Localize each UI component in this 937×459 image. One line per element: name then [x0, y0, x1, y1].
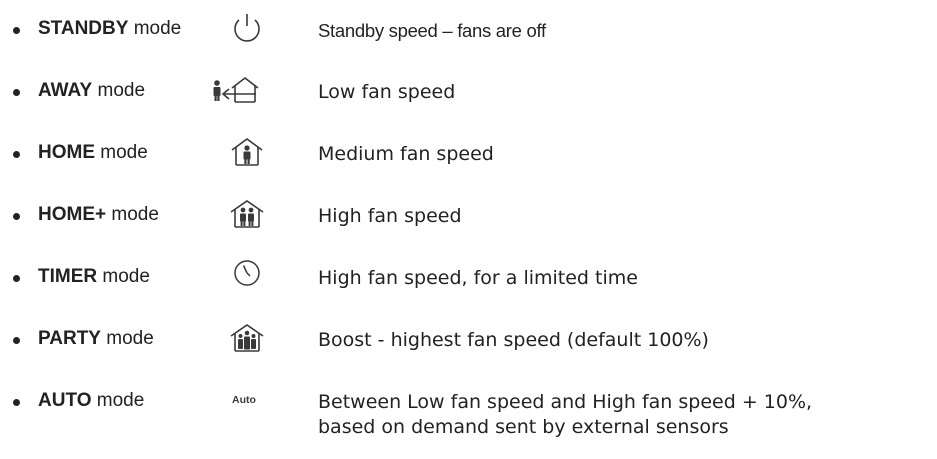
house-one-person-icon — [227, 136, 267, 168]
bullet — [13, 213, 20, 220]
mode-item-standby: STANDBY mode Standby speed – fans are of… — [0, 12, 937, 52]
mode-description: High fan speed, for a limited time — [318, 267, 638, 289]
mode-label: HOME mode — [38, 142, 148, 164]
mode-description-line-1: Between Low fan speed and High fan speed… — [318, 391, 813, 413]
bullet — [13, 27, 20, 34]
mode-label: HOME+ mode — [38, 204, 159, 226]
mode-suffix: mode — [128, 18, 182, 39]
auto-text-icon: Auto — [232, 394, 256, 406]
bullet — [13, 337, 20, 344]
house-two-people-icon — [227, 198, 267, 230]
mode-description-line-2: based on demand sent by external sensors — [318, 416, 729, 438]
bullet — [13, 151, 20, 158]
mode-name: HOME+ — [38, 204, 107, 225]
mode-description: Boost - highest fan speed (default 100%) — [318, 329, 709, 351]
mode-name: HOME — [38, 142, 95, 163]
mode-item-home: HOME mode Medium fan speed — [0, 136, 937, 176]
house-group-icon — [227, 322, 267, 354]
mode-label: TIMER mode — [38, 266, 150, 288]
mode-item-timer: TIMER mode High fan speed, for a limited… — [0, 260, 937, 300]
bullet — [13, 89, 20, 96]
mode-item-party: PARTY mode Boost - highest fan speed (de… — [0, 322, 937, 362]
mode-name: PARTY — [38, 328, 101, 349]
person-leaving-house-icon — [208, 74, 264, 106]
mode-description: Medium fan speed — [318, 143, 494, 165]
power-icon — [227, 10, 267, 42]
mode-label: AUTO mode — [38, 390, 144, 412]
mode-suffix: mode — [97, 266, 150, 287]
mode-suffix: mode — [106, 204, 159, 225]
mode-suffix: mode — [95, 142, 148, 163]
mode-suffix: mode — [91, 390, 145, 411]
mode-description: Low fan speed — [318, 81, 456, 103]
mode-name: AUTO — [38, 390, 92, 411]
bullet — [13, 399, 20, 406]
mode-label: PARTY mode — [38, 328, 154, 350]
mode-label: STANDBY mode — [38, 18, 181, 40]
mode-description: Standby speed – fans are off — [318, 20, 546, 41]
mode-name: AWAY — [38, 80, 93, 101]
bullet — [13, 275, 20, 282]
mode-item-home-plus: HOME+ mode High fan speed — [0, 198, 937, 238]
mode-suffix: mode — [100, 328, 154, 349]
mode-name: STANDBY — [38, 18, 129, 39]
mode-description: Between Low fan speed and High fan speed… — [318, 390, 812, 440]
mode-label: AWAY mode — [38, 80, 145, 102]
mode-description: High fan speed — [318, 205, 462, 227]
mode-name: TIMER — [38, 266, 98, 287]
mode-item-away: AWAY mode Low fan speed — [0, 74, 937, 114]
mode-suffix: mode — [92, 80, 146, 101]
mode-item-auto: AUTO mode Auto Between Low fan speed and… — [0, 384, 937, 459]
clock-icon — [227, 256, 267, 288]
